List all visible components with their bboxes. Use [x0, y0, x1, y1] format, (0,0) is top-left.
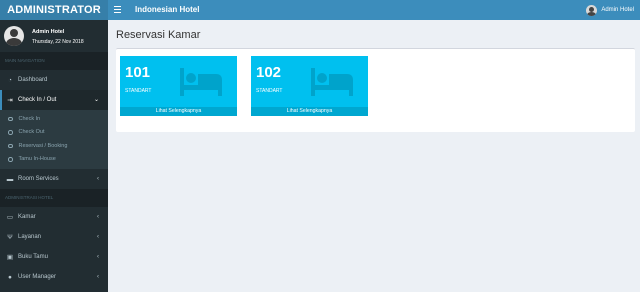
sidebar-item-user-manager[interactable]: ● User Manager ‹	[0, 267, 108, 287]
user-panel-date: Thursday, 22 Nov 2018	[32, 39, 84, 45]
sidebar-item-room-services[interactable]: ▬ Room Services ‹	[0, 169, 108, 189]
chevron-down-icon: ⌄	[93, 97, 99, 103]
room-list-box: 101 STANDART Lihat Selengkapnya 102 STAN…	[116, 48, 635, 132]
circle-icon	[8, 143, 13, 148]
checkin-out-submenu: Check In Check Out Reservasi / Booking T…	[0, 110, 108, 169]
sidebar-subitem-label: Tamu In-House	[18, 156, 56, 163]
user-panel-name: Admin Hotel	[32, 29, 65, 35]
circle-icon	[8, 116, 13, 121]
room-type: STANDART	[256, 88, 283, 94]
circle-icon	[8, 157, 13, 162]
briefcase-icon: ▣	[6, 254, 14, 261]
sidebar-item-label: Check In / Out	[18, 97, 57, 103]
user-panel: Admin Hotel Thursday, 22 Nov 2018	[0, 20, 108, 52]
room-tile[interactable]: 102 STANDART Lihat Selengkapnya	[251, 56, 368, 116]
sidebar-item-label: Room Services	[18, 176, 59, 182]
circle-icon	[8, 130, 13, 135]
chevron-left-icon: ‹	[97, 214, 99, 220]
sidebar-item-label: Dashboard	[18, 77, 48, 83]
sidebar-item-label: Buku Tamu	[18, 254, 48, 260]
room-detail-link[interactable]: Lihat Selengkapnya	[120, 107, 237, 116]
sidebar-item-layanan[interactable]: Ψ Layanan ‹	[0, 227, 108, 247]
sidebar-item-label: User Manager	[18, 274, 57, 280]
app-logo[interactable]: ADMINISTRATOR	[0, 0, 108, 20]
sidebar-subitem-tamu-inhouse[interactable]: Tamu In-House	[0, 153, 108, 167]
avatar	[4, 26, 24, 46]
bed-icon: ▭	[6, 214, 14, 221]
room-number: 102	[256, 64, 282, 81]
chevron-left-icon: ‹	[97, 234, 99, 240]
sidebar-subitem-reservasi[interactable]: Reservasi / Booking	[0, 139, 108, 153]
sidebar-subitem-label: Reservasi / Booking	[18, 142, 68, 149]
sign-in-icon: ⇥	[7, 97, 13, 104]
sidebar-item-label: Layanan	[18, 234, 42, 240]
sidebar-subitem-check-in[interactable]: Check In	[0, 112, 108, 126]
room-detail-link[interactable]: Lihat Selengkapnya	[251, 107, 368, 116]
user-menu-name: Admin Hotel	[601, 7, 634, 13]
hotel-brand: Indonesian Hotel	[135, 5, 200, 14]
chevron-left-icon: ‹	[97, 274, 99, 280]
sidebar-item-kamar[interactable]: ▭ Kamar ‹	[0, 207, 108, 227]
sidebar-subitem-label: Check Out	[18, 129, 45, 136]
bed-icon	[311, 68, 353, 96]
sidebar-item-label: Kamar	[18, 214, 36, 220]
sidebar-item-checkin-out[interactable]: ⇥ Check In / Out ⌄	[0, 90, 108, 110]
sidebar-item-buku-tamu[interactable]: ▣ Buku Tamu ‹	[0, 247, 108, 267]
cutlery-icon: Ψ	[7, 233, 13, 241]
sidebar-subitem-label: Check In	[18, 115, 41, 122]
sidebar-header-main: MAIN NAVIGATION	[0, 52, 108, 70]
sidebar-subitem-check-out[interactable]: Check Out	[0, 126, 108, 140]
top-navbar: Indonesian Hotel Admin Hotel	[108, 0, 640, 20]
chevron-left-icon: ‹	[97, 176, 99, 182]
page-title: Reservasi Kamar	[116, 29, 201, 41]
sidebar-item-dashboard[interactable]: ◔ Dashboard	[0, 70, 108, 90]
room-type: STANDART	[125, 88, 152, 94]
bed-icon	[180, 68, 222, 96]
dashboard-icon: ◔	[8, 76, 12, 84]
room-tile[interactable]: 101 STANDART Lihat Selengkapnya	[120, 56, 237, 116]
room-number: 101	[125, 64, 151, 81]
sidebar-header-admin: ADMINISTRASI HOTEL	[0, 189, 108, 207]
bell-icon: ▬	[6, 175, 14, 183]
sidebar: Admin Hotel Thursday, 22 Nov 2018 MAIN N…	[0, 20, 108, 292]
user-menu[interactable]: Admin Hotel	[586, 0, 634, 20]
sidebar-toggle-icon[interactable]	[114, 6, 121, 13]
user-avatar-icon	[586, 4, 598, 16]
chevron-left-icon: ‹	[97, 254, 99, 260]
user-icon: ●	[8, 273, 12, 281]
